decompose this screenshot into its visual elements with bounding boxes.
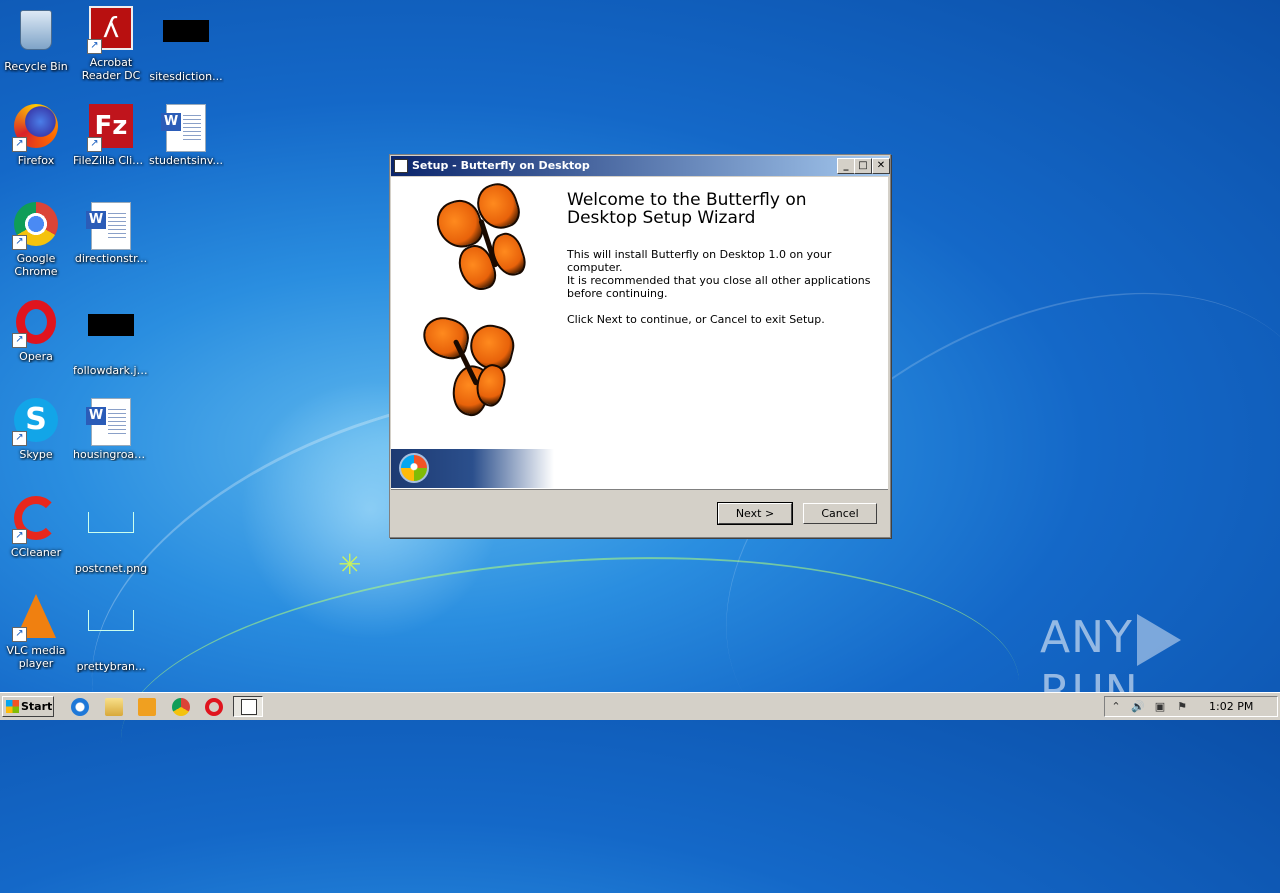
butterfly-image — [426, 178, 546, 310]
dialog-titlebar[interactable]: Setup - Butterfly on Desktop _ □ ✕ — [391, 156, 890, 176]
minimize-button[interactable]: _ — [837, 158, 855, 174]
next-button[interactable]: Next > — [717, 502, 793, 525]
desktop-icon-label: Recycle Bin — [4, 60, 68, 73]
desktop-icon-filezilla[interactable]: Fz ↗ FileZilla Client — [73, 104, 149, 167]
desktop-icon-opera[interactable]: ↗ Opera — [0, 300, 74, 363]
wizard-heading: Welcome to the Butterfly on Desktop Setu… — [567, 190, 807, 228]
windows-banner — [391, 449, 554, 488]
desktop-icon-label: VLC media player — [6, 644, 66, 670]
opera-icon[interactable] — [205, 698, 223, 716]
desktop-icon-label: Firefox — [17, 154, 55, 167]
chrome-icon[interactable] — [172, 698, 190, 716]
setup-task-icon — [241, 699, 257, 715]
shortcut-arrow-icon: ↗ — [12, 333, 27, 348]
dialog-title: Setup - Butterfly on Desktop — [412, 159, 590, 172]
desktop-icon-housingroad[interactable]: W housingroad... — [73, 398, 149, 461]
desktop-icon-directionstr[interactable]: W directionstr... — [73, 202, 149, 265]
desktop-icon-label: sitesdiction... — [149, 70, 223, 83]
windows-logo-icon — [399, 453, 429, 483]
word-document-icon: W — [86, 202, 135, 250]
cancel-button[interactable]: Cancel — [803, 503, 877, 524]
wizard-text-instructions: Click Next to continue, or Cancel to exi… — [567, 313, 825, 326]
desktop-icon-sitesdiction[interactable]: sitesdiction... — [148, 6, 224, 83]
wizard-side-image — [391, 177, 554, 488]
image-file-icon — [87, 512, 135, 560]
firefox-icon: ↗ — [12, 104, 60, 152]
filezilla-icon: Fz ↗ — [87, 104, 135, 152]
network-icon[interactable]: ▣ — [1153, 700, 1167, 714]
show-hidden-icons-icon[interactable]: ⌃ — [1109, 700, 1123, 714]
desktop-icon-label: Opera — [19, 350, 53, 363]
wallpaper-sparkle-icon: ✳ — [338, 548, 362, 581]
wizard-text-recommend: It is recommended that you close all oth… — [567, 274, 871, 300]
desktop-icon-label: studentsinv... — [149, 154, 223, 167]
acrobat-reader-icon: ʎ ↗ — [87, 6, 135, 54]
shortcut-arrow-icon: ↗ — [12, 137, 27, 152]
volume-icon[interactable]: 🔊 — [1131, 700, 1145, 714]
desktop-icon-vlc[interactable]: ↗ VLC media player — [0, 594, 74, 670]
explorer-folder-icon[interactable] — [105, 698, 123, 716]
desktop-icon-firefox[interactable]: ↗ Firefox — [0, 104, 74, 167]
desktop-icon-label: Acrobat Reader DC — [81, 56, 141, 82]
desktop-icon-skype[interactable]: S ↗ Skype — [0, 398, 74, 461]
vlc-icon: ↗ — [12, 594, 60, 642]
windows-flag-icon — [6, 700, 19, 713]
word-document-icon: W — [161, 104, 210, 152]
shortcut-arrow-icon: ↗ — [87, 137, 102, 152]
maximize-button[interactable]: □ — [854, 158, 872, 174]
shortcut-arrow-icon: ↗ — [12, 235, 27, 250]
image-file-icon — [87, 610, 135, 658]
shortcut-arrow-icon: ↗ — [12, 627, 27, 642]
desktop-icon-postcnet[interactable]: postcnet.png — [73, 496, 149, 575]
close-button[interactable]: ✕ — [872, 158, 890, 174]
action-center-flag-icon[interactable]: ⚑ — [1175, 700, 1189, 714]
desktop-icon-label: prettybran... — [76, 660, 146, 673]
shortcut-arrow-icon: ↗ — [87, 39, 102, 54]
skype-icon: S ↗ — [12, 398, 60, 446]
shortcut-arrow-icon: ↗ — [12, 529, 27, 544]
desktop-icon-label: followdark.jpg — [73, 364, 149, 377]
desktop-icon-recycle-bin[interactable]: Recycle Bin — [0, 6, 74, 73]
butterfly-image — [401, 307, 525, 438]
play-triangle-icon — [1136, 614, 1181, 666]
desktop-icon-ccleaner[interactable]: ↗ CCleaner — [0, 496, 74, 559]
desktop-icon-prettybran[interactable]: prettybran... — [73, 594, 149, 673]
desktop-icon-label: FileZilla Client — [73, 154, 149, 167]
setup-wizard-dialog: Setup - Butterfly on Desktop _ □ ✕ Welco… — [389, 154, 891, 538]
desktop-icon-studentsinv[interactable]: W studentsinv... — [148, 104, 224, 167]
start-label: Start — [21, 700, 53, 713]
desktop-icon-label: postcnet.png — [74, 562, 148, 575]
image-file-icon — [87, 314, 135, 362]
desktop-icon-label: directionstr... — [74, 252, 148, 265]
desktop-icon-followdark[interactable]: followdark.jpg — [73, 300, 149, 377]
opera-icon: ↗ — [12, 300, 60, 348]
clock[interactable]: 1:02 PM — [1209, 700, 1253, 713]
chrome-icon: ↗ — [12, 202, 60, 250]
desktop-icon-google-chrome[interactable]: ↗ Google Chrome — [0, 202, 74, 278]
taskbar: Start ⌃ 🔊 ▣ ⚑ 1:02 PM — [0, 692, 1280, 720]
recycle-bin-icon — [12, 10, 60, 58]
setup-task-button[interactable] — [233, 696, 263, 717]
watermark-left-text: ANY — [1040, 612, 1133, 663]
shortcut-arrow-icon: ↗ — [12, 431, 27, 446]
desktop-icon-label: CCleaner — [10, 546, 62, 559]
internet-explorer-icon[interactable] — [71, 698, 89, 716]
desktop-icon-label: Skype — [19, 448, 53, 461]
word-document-icon: W — [86, 398, 135, 446]
desktop-icon-label: Google Chrome — [14, 252, 58, 278]
wizard-content: Welcome to the Butterfly on Desktop Setu… — [391, 177, 888, 489]
media-player-icon[interactable] — [138, 698, 156, 716]
image-file-icon — [162, 20, 210, 68]
start-button[interactable]: Start — [2, 696, 54, 717]
desktop-icon-label: housingroad... — [73, 448, 149, 461]
ccleaner-icon: ↗ — [12, 496, 60, 544]
wizard-text-install: This will install Butterfly on Desktop 1… — [567, 248, 832, 274]
system-tray: ⌃ 🔊 ▣ ⚑ 1:02 PM — [1104, 696, 1278, 717]
setup-app-icon — [394, 159, 408, 173]
desktop-icon-acrobat-reader[interactable]: ʎ ↗ Acrobat Reader DC — [73, 6, 149, 82]
